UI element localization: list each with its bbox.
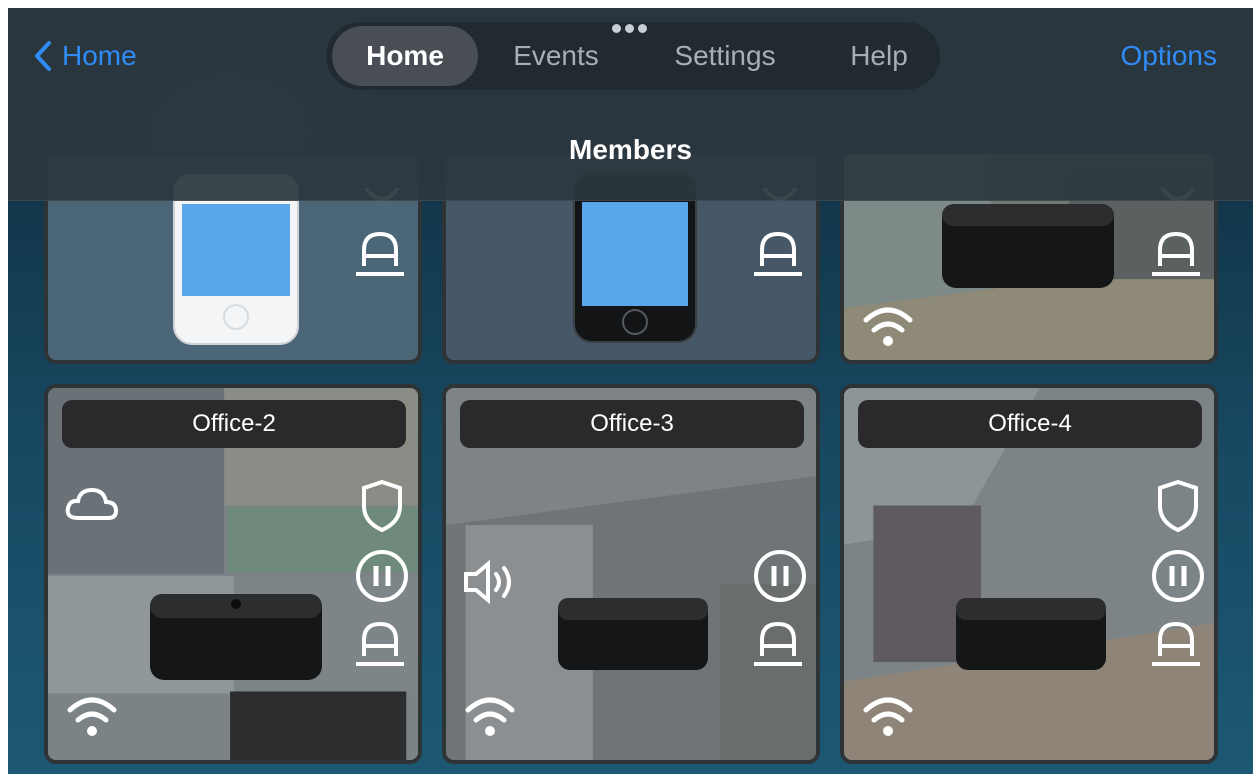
member-tile-office-4[interactable]: Office-4 — [840, 384, 1218, 764]
apple-tv-image — [956, 598, 1106, 670]
pause-icon[interactable] — [752, 548, 808, 604]
speaker-icon[interactable] — [462, 558, 520, 606]
tab-home[interactable]: Home — [332, 26, 478, 86]
tab-help[interactable]: Help — [824, 26, 934, 86]
bell-icon[interactable] — [1148, 618, 1204, 668]
bell-icon[interactable] — [750, 228, 806, 278]
bell-icon[interactable] — [352, 618, 408, 668]
chevron-left-icon — [35, 41, 51, 71]
options-button[interactable]: Options — [1121, 36, 1218, 76]
member-label: Office-2 — [62, 400, 406, 448]
page-title: Members — [569, 134, 692, 165]
member-label: Office-3 — [460, 400, 804, 448]
wifi-icon — [465, 697, 515, 736]
back-button[interactable]: Home — [34, 36, 137, 76]
bell-icon[interactable] — [1148, 228, 1204, 278]
back-button-label: Home — [62, 40, 137, 71]
tab-settings[interactable]: Settings — [650, 26, 800, 86]
navigation-header: Home Home Events Settings Help Options M… — [8, 8, 1253, 201]
apple-tv-image — [942, 204, 1114, 288]
wifi-icon — [67, 697, 117, 736]
apple-tv-image — [150, 594, 322, 680]
shield-icon[interactable] — [1154, 478, 1202, 534]
apple-tv-image — [558, 598, 708, 670]
shield-icon[interactable] — [358, 478, 406, 534]
bell-icon[interactable] — [750, 618, 806, 668]
cloud-icon — [65, 487, 119, 520]
member-tile-office-3[interactable]: Office-3 — [442, 384, 820, 764]
more-dots-icon[interactable] — [612, 24, 648, 34]
member-label: Office-4 — [858, 400, 1202, 448]
pause-icon[interactable] — [354, 548, 410, 604]
tab-events[interactable]: Events — [486, 26, 626, 86]
screen-frame-top — [0, 0, 1253, 8]
pause-icon[interactable] — [1150, 548, 1206, 604]
bell-icon[interactable] — [352, 228, 408, 278]
wifi-icon — [863, 307, 913, 346]
screen-frame-left — [0, 0, 8, 774]
wifi-icon — [863, 697, 913, 736]
member-tile-office-2[interactable]: Office-2 — [44, 384, 422, 764]
